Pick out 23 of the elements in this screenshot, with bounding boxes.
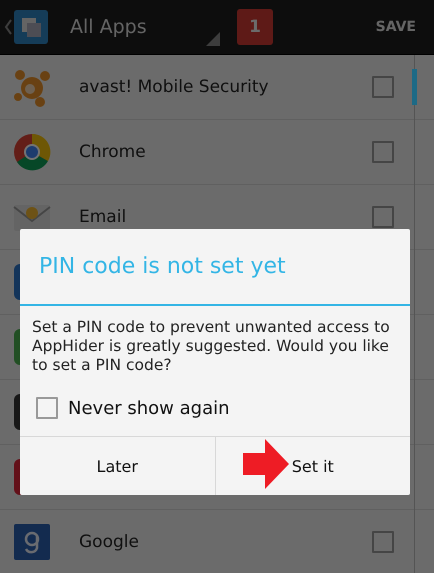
save-button[interactable]: SAVE xyxy=(376,19,416,35)
avast-icon xyxy=(12,67,52,107)
checkbox[interactable] xyxy=(372,531,394,553)
dialog-button[interactable]: Later xyxy=(20,437,214,495)
back-icon[interactable] xyxy=(4,19,12,35)
dialog-message: Set a PIN code to prevent unwanted access to AppHider is greatly suggested. Would you like to set a PIN code? xyxy=(31,317,391,375)
dialog-button[interactable]: Set it xyxy=(214,437,410,495)
app-name[interactable]: Email xyxy=(79,207,372,227)
dialog-title: PIN code is not set yet xyxy=(20,229,410,306)
app-logo-icon xyxy=(14,10,48,44)
app-name[interactable]: avast! Mobile Security xyxy=(79,77,372,97)
checkbox[interactable] xyxy=(36,397,58,419)
google-icon xyxy=(12,522,52,562)
dropdown-triangle-icon xyxy=(206,32,220,46)
checkbox-label[interactable]: Never show again xyxy=(68,398,230,418)
app-name[interactable]: Google xyxy=(79,532,372,552)
filter-dropdown[interactable]: All Apps xyxy=(70,0,220,54)
scrollbar xyxy=(412,69,417,105)
app-name[interactable]: Chrome xyxy=(79,142,372,162)
chrome-icon xyxy=(12,132,52,172)
count-badge: 1 xyxy=(237,9,273,45)
checkbox[interactable] xyxy=(372,76,394,98)
checkbox[interactable] xyxy=(372,141,394,163)
